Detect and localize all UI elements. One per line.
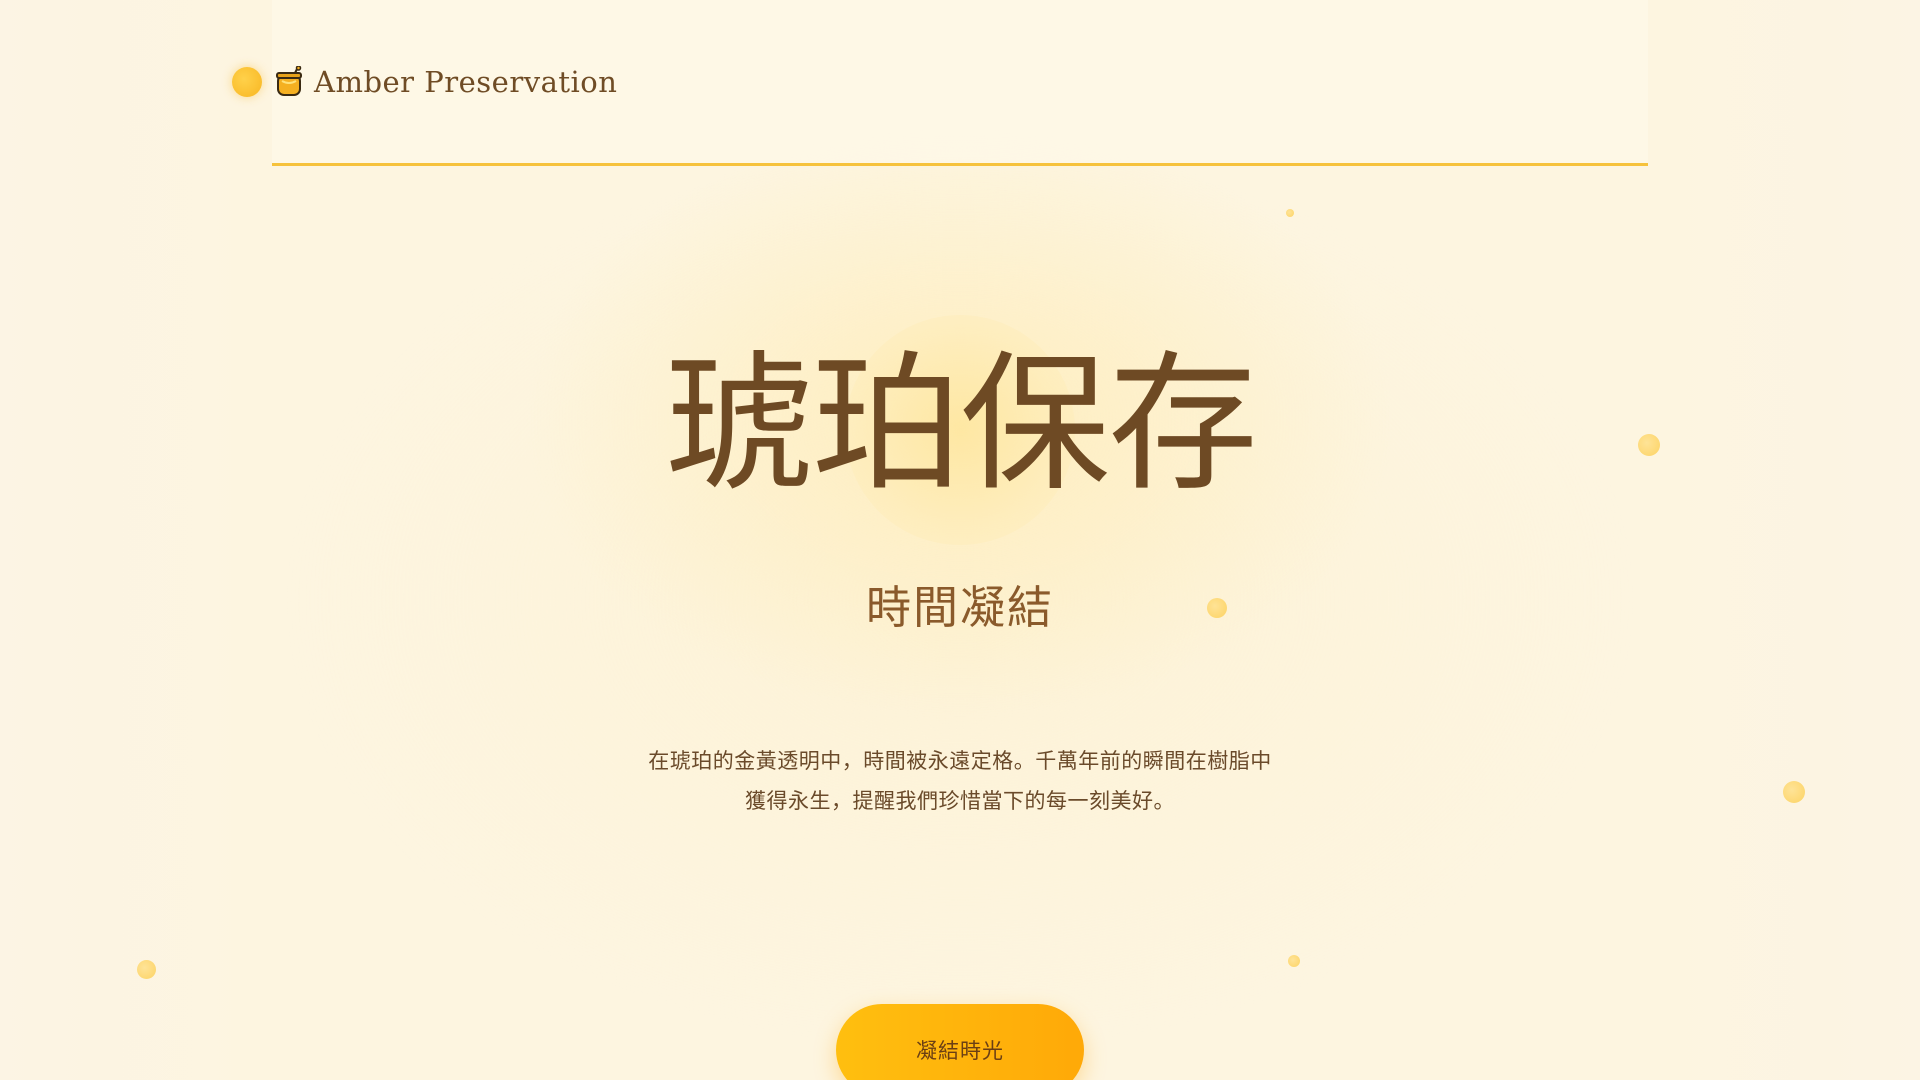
freeze-time-button-label: 凝結時光 bbox=[916, 1039, 1004, 1063]
amber-particle bbox=[137, 960, 156, 979]
left-edge-fade bbox=[0, 0, 272, 1080]
hero-title: 琥珀保存 bbox=[663, 338, 1258, 512]
description-line-2: 獲得永生，提醒我們珍惜當下的每一刻美好。 bbox=[745, 789, 1175, 813]
description-line-1: 在琥珀的金黃透明中，時間被永遠定格。千萬年前的瞬間在樹脂中 bbox=[648, 749, 1272, 773]
amber-particle bbox=[1288, 955, 1300, 967]
amber-particle bbox=[1207, 598, 1227, 618]
brand-name: Amber Preservation bbox=[314, 65, 618, 99]
brand-logo[interactable]: Amber Preservation bbox=[232, 62, 617, 102]
hero-subtitle: 時間凝結 bbox=[865, 581, 1054, 634]
amber-particle bbox=[1286, 209, 1294, 217]
amber-orb-icon bbox=[232, 67, 262, 97]
honey-jar-icon bbox=[276, 66, 302, 96]
right-edge-fade bbox=[1648, 0, 1920, 1080]
amber-particle bbox=[1783, 781, 1805, 803]
freeze-time-button[interactable]: 凝結時光 bbox=[836, 1004, 1084, 1080]
hero-description: 在琥珀的金黃透明中，時間被永遠定格。千萬年前的瞬間在樹脂中 獲得永生，提醒我們珍… bbox=[620, 741, 1300, 821]
amber-particle bbox=[1638, 434, 1660, 456]
